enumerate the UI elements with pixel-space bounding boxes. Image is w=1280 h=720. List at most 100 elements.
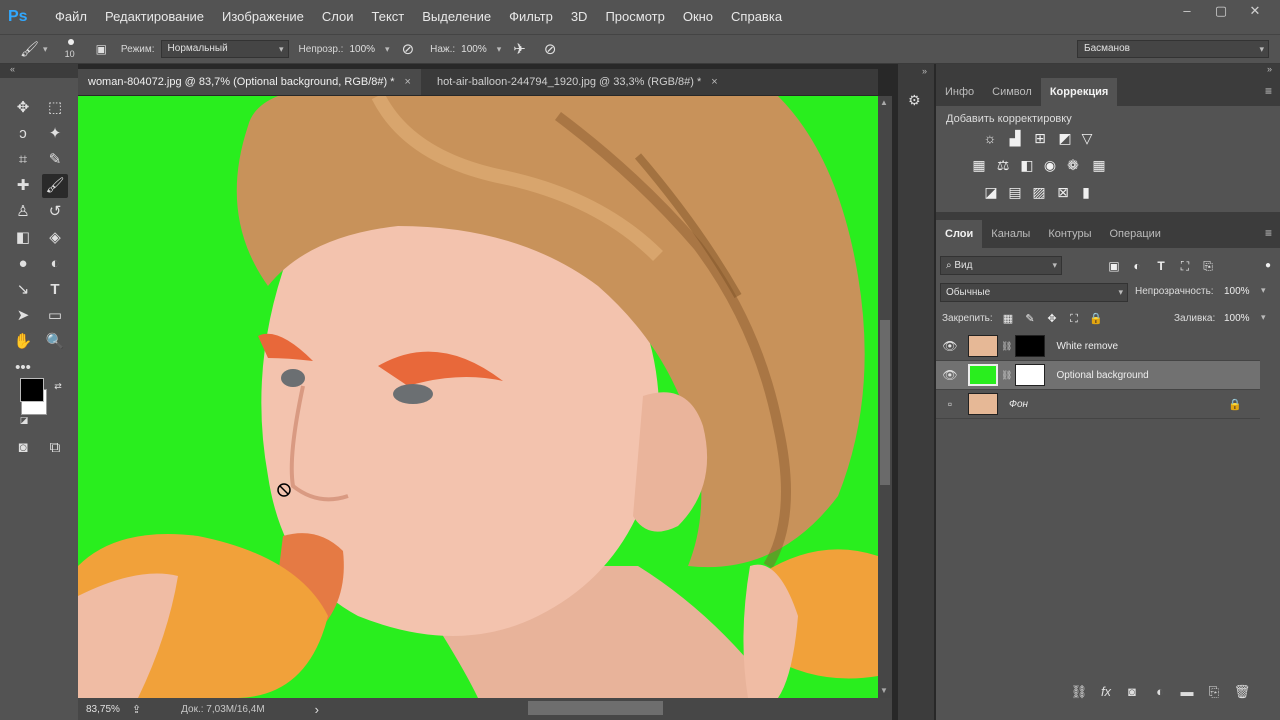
curves-icon[interactable]: ⊞ xyxy=(1030,128,1050,148)
fx-icon[interactable]: fx xyxy=(1096,682,1116,702)
brush-panel-icon[interactable]: ▣ xyxy=(96,42,107,56)
tab-woman[interactable]: woman-804072.jpg @ 83,7% (Optional backg… xyxy=(78,69,421,95)
marquee-tool-icon[interactable]: ⬚ xyxy=(42,96,68,120)
horizontal-scroll-thumb[interactable] xyxy=(528,701,663,715)
chevron-down-icon[interactable]: ▾ xyxy=(385,44,390,55)
posterize-icon[interactable]: ▤ xyxy=(1005,182,1025,202)
menu-image[interactable]: Изображение xyxy=(213,0,313,34)
menu-window[interactable]: Окно xyxy=(674,0,722,34)
layer-row-optional-background[interactable]: 👁 ⛓ Optional background xyxy=(936,361,1260,390)
scroll-up-icon[interactable]: ▲ xyxy=(880,98,888,107)
tab-info[interactable]: Инфо xyxy=(936,78,983,106)
hue-saturation-icon[interactable]: ▦ xyxy=(969,155,989,175)
selective-color-icon[interactable]: ⊠ xyxy=(1053,182,1073,202)
menu-view[interactable]: Просмотр xyxy=(596,0,673,34)
filter-type-icon[interactable]: T xyxy=(1151,256,1171,276)
path-select-tool-icon[interactable]: ➤ xyxy=(10,304,36,328)
tab-channels[interactable]: Каналы xyxy=(982,220,1039,248)
lock-all-icon[interactable]: 🔒 xyxy=(1086,309,1106,329)
panel-menu-icon[interactable]: ≡ xyxy=(1265,226,1272,240)
properties-panel-icon[interactable]: ⚙ xyxy=(908,92,921,109)
add-mask-icon[interactable]: ◙ xyxy=(1122,682,1142,702)
eye-icon[interactable]: 👁 xyxy=(936,368,964,382)
minimize-icon[interactable]: – xyxy=(1170,0,1204,22)
pressure-size-icon[interactable]: ⊘ xyxy=(544,40,557,58)
tab-balloon[interactable]: hot-air-balloon-244794_1920.jpg @ 33,3% … xyxy=(426,69,728,95)
chevron-down-icon[interactable]: ▾ xyxy=(497,44,502,55)
tab-actions[interactable]: Операции xyxy=(1101,220,1170,248)
channel-mixer-icon[interactable]: ❁ xyxy=(1063,155,1083,175)
layer-name[interactable]: Optional background xyxy=(1056,370,1148,381)
menu-edit[interactable]: Редактирование xyxy=(96,0,213,34)
brush-tool-preset-icon[interactable]: 🖌 xyxy=(20,40,39,58)
layer-mask-thumbnail[interactable] xyxy=(1015,335,1046,357)
default-colors-icon[interactable]: ◪ xyxy=(18,414,30,426)
zoom-tool-icon[interactable]: 🔍 xyxy=(42,330,68,354)
tab-character[interactable]: Символ xyxy=(983,78,1041,106)
tab-layers[interactable]: Слои xyxy=(936,220,983,248)
visibility-toggle[interactable]: ▫ xyxy=(936,397,964,411)
eraser-tool-icon[interactable]: ◧ xyxy=(10,226,36,250)
new-group-icon[interactable]: ▬ xyxy=(1177,682,1197,702)
lock-transparent-icon[interactable]: ▦ xyxy=(998,309,1018,329)
tab-paths[interactable]: Контуры xyxy=(1039,220,1100,248)
foreground-color-swatch[interactable] xyxy=(20,378,44,402)
hand-tool-icon[interactable]: ✋ xyxy=(10,330,36,354)
chevron-down-icon[interactable]: ▾ xyxy=(1261,312,1266,323)
vibrance-icon[interactable]: ▽ xyxy=(1077,128,1097,148)
menu-3d[interactable]: 3D xyxy=(562,0,597,34)
quick-select-tool-icon[interactable]: ✦ xyxy=(42,122,68,146)
collapse-icon[interactable]: » xyxy=(1267,64,1272,74)
mode-select[interactable]: Нормальный ▾ xyxy=(160,40,289,58)
export-icon[interactable]: ⇪ xyxy=(132,703,141,716)
new-layer-icon[interactable]: ⎘ xyxy=(1204,682,1224,702)
adjustment-layer-icon[interactable]: ◐ xyxy=(1150,682,1170,702)
dodge-tool-icon[interactable]: ◐ xyxy=(42,252,68,276)
layer-row-background[interactable]: ▫ Фон 🔒 xyxy=(936,390,1260,419)
restore-icon[interactable]: ▢ xyxy=(1204,0,1238,22)
menu-select[interactable]: Выделение xyxy=(413,0,500,34)
menu-help[interactable]: Справка xyxy=(722,0,791,34)
layer-name[interactable]: Фон xyxy=(1009,399,1028,410)
eyedropper-tool-icon[interactable]: ✎ xyxy=(42,148,68,172)
brush-tool-icon[interactable]: 🖌 xyxy=(42,174,68,198)
airbrush-icon[interactable]: ✈ xyxy=(513,40,526,58)
delete-layer-icon[interactable]: 🗑 xyxy=(1232,682,1252,702)
threshold-icon[interactable]: ▨ xyxy=(1029,182,1049,202)
collapse-icon[interactable]: « xyxy=(10,64,15,74)
blend-mode-select[interactable]: Обычные ▾ xyxy=(940,283,1128,302)
lock-pixels-icon[interactable]: ✎ xyxy=(1020,309,1040,329)
invert-icon[interactable]: ◪ xyxy=(981,182,1001,202)
canvas-image[interactable] xyxy=(78,96,878,698)
move-tool-icon[interactable]: ✥ xyxy=(10,96,36,120)
type-tool-icon[interactable]: T xyxy=(42,278,68,302)
pressure-opacity-icon[interactable]: ⊘ xyxy=(402,40,415,58)
close-icon[interactable]: ✕ xyxy=(1238,0,1272,22)
chevron-down-icon[interactable]: ▾ xyxy=(43,44,48,55)
layer-name[interactable]: White remove xyxy=(1056,341,1118,352)
scroll-down-icon[interactable]: ▼ xyxy=(880,686,888,695)
panel-menu-icon[interactable]: ≡ xyxy=(1265,84,1272,98)
gradient-map-icon[interactable]: ▮ xyxy=(1076,182,1096,202)
lock-position-icon[interactable]: ✥ xyxy=(1042,309,1062,329)
quick-mask-icon[interactable]: ◙ xyxy=(10,436,36,460)
screen-mode-icon[interactable]: ⧉ xyxy=(42,436,68,460)
brightness-icon[interactable]: ☼ xyxy=(980,128,1000,148)
filter-shape-icon[interactable]: ⛶ xyxy=(1175,256,1195,276)
collapse-icon[interactable]: » xyxy=(922,66,927,76)
clone-stamp-tool-icon[interactable]: ♙ xyxy=(10,200,36,224)
more-tools-icon[interactable]: ••• xyxy=(10,356,36,380)
swap-colors-icon[interactable]: ⇄ xyxy=(52,380,64,392)
close-icon[interactable]: × xyxy=(711,69,717,95)
history-brush-tool-icon[interactable]: ↺ xyxy=(42,200,68,224)
chevron-down-icon[interactable]: ▾ xyxy=(1261,285,1266,296)
layer-row-white-remove[interactable]: 👁 ⛓ White remove xyxy=(936,332,1260,361)
crop-tool-icon[interactable]: ⌗ xyxy=(10,148,36,172)
layer-mask-thumbnail[interactable] xyxy=(1015,364,1046,386)
opacity-value[interactable]: 100% xyxy=(349,44,375,55)
pen-tool-icon[interactable]: ↘ xyxy=(10,278,36,302)
color-balance-icon[interactable]: ⚖ xyxy=(993,155,1013,175)
menu-layers[interactable]: Слои xyxy=(313,0,363,34)
status-menu-arrow[interactable]: › xyxy=(315,702,319,717)
levels-icon[interactable]: ▟ xyxy=(1005,128,1025,148)
